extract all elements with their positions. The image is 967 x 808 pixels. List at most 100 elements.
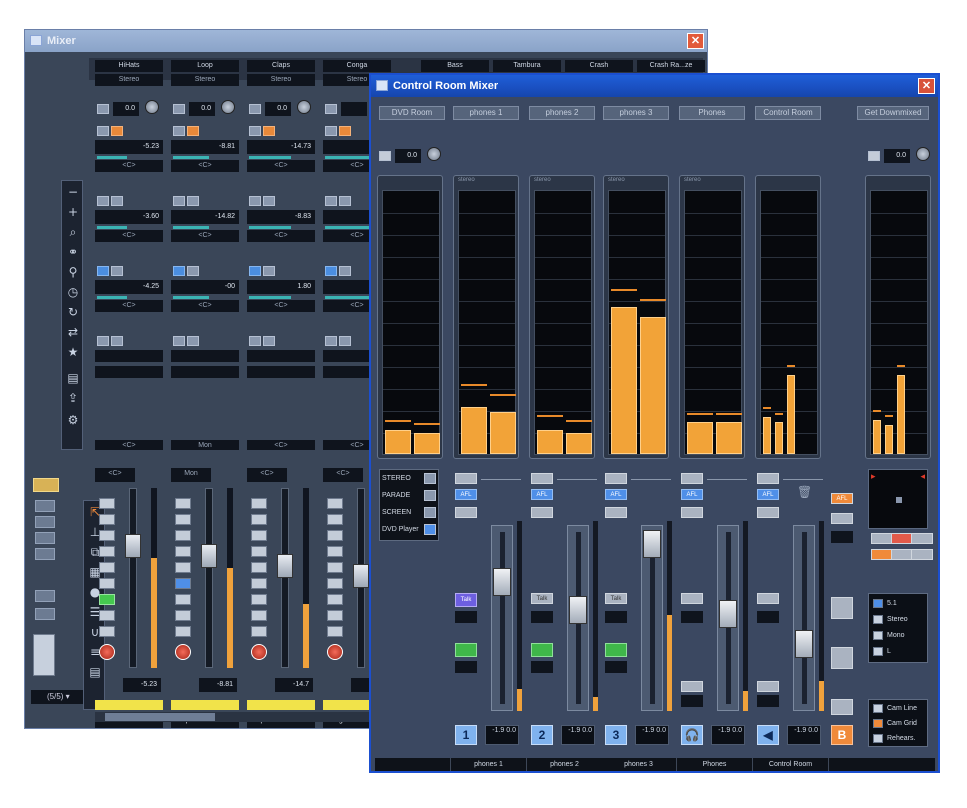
insert-on-button[interactable]: [97, 336, 109, 346]
left-button-1[interactable]: [35, 500, 55, 512]
fader-cap[interactable]: [719, 600, 737, 628]
fader-cap[interactable]: [569, 596, 587, 624]
panner-btn-2[interactable]: [891, 533, 913, 544]
channel-function-button[interactable]: [327, 626, 343, 637]
cue-option[interactable]: Cam Grid: [871, 717, 925, 730]
insert-edit-button[interactable]: [339, 266, 351, 276]
cue-mode-button[interactable]: [757, 507, 779, 518]
channel-function-button[interactable]: [327, 514, 343, 525]
send-level[interactable]: -3.60: [95, 210, 163, 224]
settings-icon[interactable]: ⚙: [66, 413, 80, 427]
send-pan[interactable]: <C>: [95, 300, 163, 312]
insert-on-button[interactable]: [325, 336, 337, 346]
control-room-tab[interactable]: DVD Room: [379, 106, 445, 120]
left-button-2[interactable]: [35, 516, 55, 528]
right-btn-2[interactable]: [831, 513, 853, 524]
channel-function-button[interactable]: [251, 498, 267, 509]
insert-edit-button[interactable]: [187, 196, 199, 206]
mixer-hscrollbar[interactable]: [95, 712, 395, 722]
insert-on-button[interactable]: [249, 266, 261, 276]
left-button-5[interactable]: [35, 590, 55, 602]
talk-button[interactable]: [681, 593, 703, 604]
insert-edit-button[interactable]: [263, 196, 275, 206]
channel-routing[interactable]: <C>: [95, 468, 135, 482]
insert-edit-button[interactable]: [187, 126, 199, 136]
sync-icon[interactable]: ↻: [66, 305, 80, 319]
send-pan[interactable]: <C>: [95, 230, 163, 242]
dim-button[interactable]: [831, 597, 853, 619]
insert-on-button[interactable]: [97, 126, 109, 136]
trash-icon[interactable]: 🗑: [797, 485, 812, 499]
channel-function-button[interactable]: [99, 530, 115, 541]
insert-edit-button[interactable]: [187, 336, 199, 346]
cue-option[interactable]: Rehears.: [871, 732, 925, 745]
insert-on-button[interactable]: [249, 196, 261, 206]
input-level[interactable]: 0.0: [395, 149, 421, 163]
insert-edit-button[interactable]: [339, 336, 351, 346]
control-room-title-bar[interactable]: Control Room Mixer: [371, 75, 938, 97]
listen-button[interactable]: [531, 643, 553, 657]
plus-icon[interactable]: +: [66, 205, 80, 219]
channel-function-button[interactable]: [251, 514, 267, 525]
channel-function-button[interactable]: [251, 562, 267, 573]
fader-cap[interactable]: [795, 630, 813, 658]
input-knob[interactable]: [427, 147, 441, 161]
channel-name[interactable]: Loop: [171, 60, 239, 72]
insert-on-button[interactable]: [97, 196, 109, 206]
channel-function-button[interactable]: [99, 610, 115, 621]
monitor-button[interactable]: [97, 104, 109, 114]
checkbox[interactable]: [873, 719, 883, 728]
panner-btn-1[interactable]: [871, 533, 893, 544]
insert-edit-button[interactable]: [339, 126, 351, 136]
send-level[interactable]: -14.73: [247, 140, 315, 154]
control-room-tab[interactable]: Get Downmixed: [857, 106, 929, 120]
monitor-button[interactable]: [173, 104, 185, 114]
cue-volume-fader[interactable]: [567, 525, 589, 711]
checkbox[interactable]: [873, 647, 883, 656]
checkbox[interactable]: [873, 631, 883, 640]
cue-mode-button[interactable]: [531, 507, 553, 518]
volume-fader-cap[interactable]: [201, 544, 217, 568]
control-room-tab[interactable]: Phones: [679, 106, 745, 120]
page-icon[interactable]: ▤: [66, 371, 80, 385]
pan-value[interactable]: 0.0: [189, 102, 215, 116]
cue-send-button[interactable]: [757, 473, 779, 484]
talk-level-button[interactable]: [831, 647, 853, 669]
insert-on-button[interactable]: [249, 126, 261, 136]
talk-button[interactable]: Talk: [531, 593, 553, 604]
surround-panner[interactable]: ▸ ◂: [868, 469, 928, 529]
source-select-button[interactable]: [424, 473, 436, 484]
insert-edit-button[interactable]: [263, 126, 275, 136]
channel-function-button[interactable]: [175, 610, 191, 621]
source-select-button[interactable]: [424, 507, 436, 518]
channel-function-button[interactable]: [327, 530, 343, 541]
control-room-close-button[interactable]: ✕: [918, 78, 935, 94]
send-pan[interactable]: <C>: [247, 300, 315, 312]
channel-function-button[interactable]: [175, 498, 191, 509]
channel-function-button[interactable]: [251, 594, 267, 605]
channel-output[interactable]: Stereo: [247, 74, 315, 86]
cue-send-button[interactable]: [605, 473, 627, 484]
panner-btn-6[interactable]: [911, 549, 933, 560]
channel-name[interactable]: Claps: [247, 60, 315, 72]
channel-name[interactable]: Crash: [565, 60, 633, 72]
channel-function-button[interactable]: [251, 578, 267, 589]
left-button-6[interactable]: [35, 608, 55, 620]
channel-function-button[interactable]: [99, 626, 115, 637]
channel-number-button[interactable]: 2: [531, 725, 553, 745]
checkbox[interactable]: [873, 734, 883, 743]
input-mute-button-right[interactable]: [868, 151, 880, 161]
send-pan[interactable]: <C>: [247, 160, 315, 172]
channel-function-button[interactable]: [327, 610, 343, 621]
insert-on-button[interactable]: [249, 336, 261, 346]
cue-mode-button[interactable]: [455, 507, 477, 518]
channel-function-button[interactable]: [251, 626, 267, 637]
cue-send-button[interactable]: [531, 473, 553, 484]
pan-knob[interactable]: [221, 100, 235, 114]
send-level[interactable]: -00: [171, 280, 239, 294]
volume-fader-cap[interactable]: [353, 564, 369, 588]
folder-button[interactable]: [33, 478, 59, 492]
volume-fader-track[interactable]: [129, 488, 137, 668]
monitor-button[interactable]: [325, 104, 337, 114]
channel-function-button[interactable]: [175, 626, 191, 637]
